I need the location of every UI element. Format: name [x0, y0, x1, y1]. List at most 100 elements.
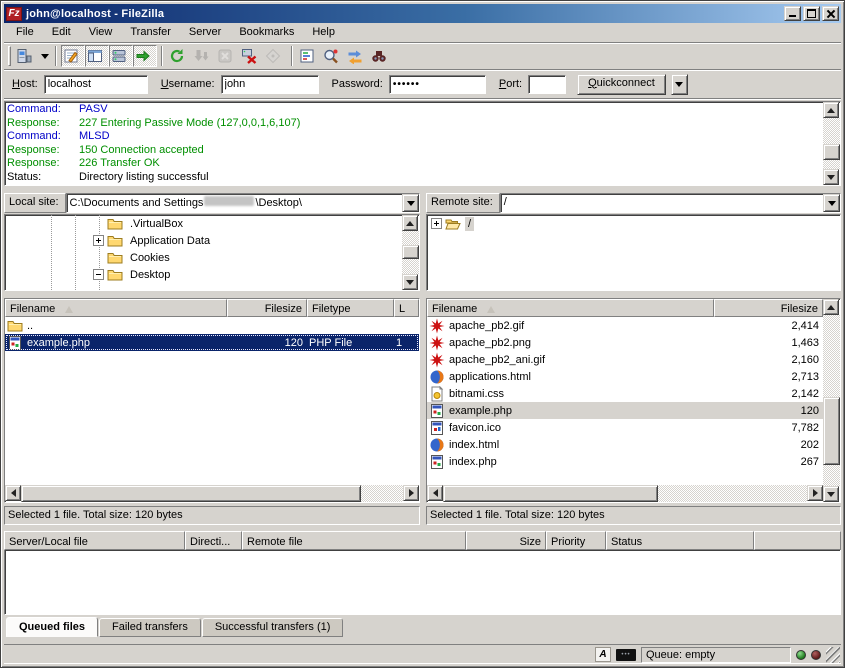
file-row-bitnami-css[interactable]: bitnami.css2,142 [427, 385, 823, 402]
file-row-applications-html[interactable]: applications.html2,713 [427, 368, 823, 385]
menu-item-bookmarks[interactable]: Bookmarks [230, 24, 303, 41]
tree-item-virtualbox[interactable]: .VirtualBox [5, 215, 402, 232]
column-header-directi[interactable]: Directi... [185, 531, 242, 550]
file-row-item[interactable]: .. [5, 317, 419, 334]
scrollbar-thumb[interactable] [823, 144, 840, 160]
column-header-size[interactable]: Size [466, 531, 546, 550]
scroll-up-button[interactable] [823, 299, 839, 315]
site-manager-button[interactable] [14, 45, 38, 67]
scrollbar-thumb[interactable] [402, 245, 419, 259]
expand-icon[interactable] [93, 235, 104, 246]
file-row-index-php[interactable]: index.php267 [427, 453, 823, 470]
disconnect-button[interactable] [239, 45, 263, 67]
scroll-up-button[interactable] [402, 215, 418, 231]
menu-item-file[interactable]: File [7, 24, 43, 41]
column-header-status[interactable]: Status [606, 531, 754, 550]
file-row-apache-pb2-png[interactable]: apache_pb2.png1,463 [427, 334, 823, 351]
scroll-down-button[interactable] [823, 169, 839, 185]
local-pane-splitter[interactable] [4, 291, 420, 295]
tab-queued-files[interactable]: Queued files [6, 617, 98, 637]
file-row-apache-pb2-ani-gif[interactable]: apache_pb2_ani.gif2,160 [427, 351, 823, 368]
find-files-button[interactable] [369, 45, 393, 67]
remote-site-dropdown-button[interactable] [823, 194, 840, 212]
scroll-up-button[interactable] [823, 102, 839, 118]
tree-item-item[interactable]: / [427, 215, 840, 232]
scroll-right-button[interactable] [807, 485, 823, 501]
scroll-right-button[interactable] [403, 485, 419, 501]
cancel-operation-button[interactable] [215, 45, 239, 67]
log-message: 227 Entering Passive Mode (127,0,0,1,6,1… [79, 117, 300, 131]
directory-comparison-button[interactable] [321, 45, 345, 67]
menu-item-server[interactable]: Server [180, 24, 230, 41]
directory-comparison-icon [323, 48, 339, 64]
directory-filters-button[interactable] [297, 45, 321, 67]
scroll-left-button[interactable] [427, 485, 443, 501]
menu-item-help[interactable]: Help [303, 24, 344, 41]
column-header-filetype[interactable]: Filetype [307, 299, 394, 317]
tree-item-desktop[interactable]: Desktop [5, 266, 402, 283]
host-input[interactable] [44, 75, 148, 94]
remote-vertical-scrollbar[interactable] [823, 299, 840, 502]
local-horizontal-scrollbar[interactable] [5, 485, 419, 502]
resize-grip[interactable] [826, 647, 840, 663]
scrollbar-thumb[interactable] [823, 397, 840, 465]
quickconnect-button[interactable]: Quickconnect [577, 74, 666, 95]
queue-tabs: Queued filesFailed transfersSuccessful t… [4, 617, 841, 637]
column-header-server-local-file[interactable]: Server/Local file [4, 531, 185, 550]
site-manager-dropdown-button[interactable] [38, 45, 51, 67]
php-icon [429, 403, 445, 419]
tree-item-application-data[interactable]: Application Data [5, 232, 402, 249]
remote-pane-splitter[interactable] [426, 291, 841, 295]
file-row-example-php[interactable]: example.php120PHP File1 [5, 334, 419, 351]
column-header-l[interactable]: L [394, 299, 419, 317]
file-row-apache-pb2-gif[interactable]: apache_pb2.gif2,414 [427, 317, 823, 334]
collapse-icon[interactable] [93, 269, 104, 280]
quickconnect-dropdown-button[interactable] [671, 74, 688, 95]
local-tree-scrollbar[interactable] [402, 215, 419, 290]
local-site-dropdown-button[interactable] [402, 194, 419, 212]
synchronized-browsing-button[interactable] [345, 45, 369, 67]
tree-item-cookies[interactable]: Cookies [5, 249, 402, 266]
column-header-filename[interactable]: Filename [427, 299, 714, 317]
log-scrollbar[interactable] [823, 102, 840, 185]
maximize-button[interactable] [803, 6, 820, 21]
tab-failed-transfers[interactable]: Failed transfers [99, 618, 201, 637]
local-site-combo[interactable]: C:\Documents and Settings\Desktop\ [66, 193, 420, 213]
tab-successful-transfers-1[interactable]: Successful transfers (1) [202, 618, 344, 637]
port-input[interactable] [528, 75, 566, 94]
column-header-priority[interactable]: Priority [546, 531, 606, 550]
file-row-favicon-ico[interactable]: favicon.ico7,782 [427, 419, 823, 436]
remote-horizontal-scrollbar[interactable] [427, 485, 823, 502]
password-input[interactable] [389, 75, 486, 94]
toggle-transfer-queue-button[interactable] [133, 45, 157, 67]
toggle-local-tree-button[interactable] [85, 45, 109, 67]
column-header-filename[interactable]: Filename [5, 299, 227, 317]
tree-item-label: Application Data [127, 234, 213, 248]
file-row-index-html[interactable]: index.html202 [427, 436, 823, 453]
close-button[interactable] [822, 6, 839, 21]
scroll-down-button[interactable] [823, 486, 839, 502]
scrollbar-thumb[interactable] [21, 485, 361, 502]
scrollbar-thumb[interactable] [443, 485, 658, 502]
log-lines: Command:PASVResponse:227 Entering Passiv… [5, 102, 823, 185]
column-header-filesize[interactable]: Filesize [227, 299, 307, 317]
refresh-button[interactable] [167, 45, 191, 67]
expand-icon[interactable] [431, 218, 442, 229]
file-row-example-php[interactable]: example.php120 [427, 402, 823, 419]
username-input[interactable] [221, 75, 319, 94]
reconnect-button[interactable] [263, 45, 287, 67]
scroll-left-button[interactable] [5, 485, 21, 501]
menu-item-view[interactable]: View [80, 24, 122, 41]
toggle-message-log-button[interactable] [61, 45, 85, 67]
column-header-remote-file[interactable]: Remote file [242, 531, 466, 550]
process-queue-button[interactable] [191, 45, 215, 67]
remote-site-combo[interactable]: / [500, 193, 841, 213]
menu-item-edit[interactable]: Edit [43, 24, 80, 41]
menu-item-transfer[interactable]: Transfer [121, 24, 180, 41]
minimize-button[interactable] [784, 6, 801, 21]
column-header-filesize[interactable]: Filesize [714, 299, 823, 317]
toggle-remote-tree-button[interactable] [109, 45, 133, 67]
scroll-down-button[interactable] [402, 274, 418, 290]
column-header-item[interactable] [754, 531, 841, 550]
toolbar-grip[interactable] [8, 46, 11, 66]
